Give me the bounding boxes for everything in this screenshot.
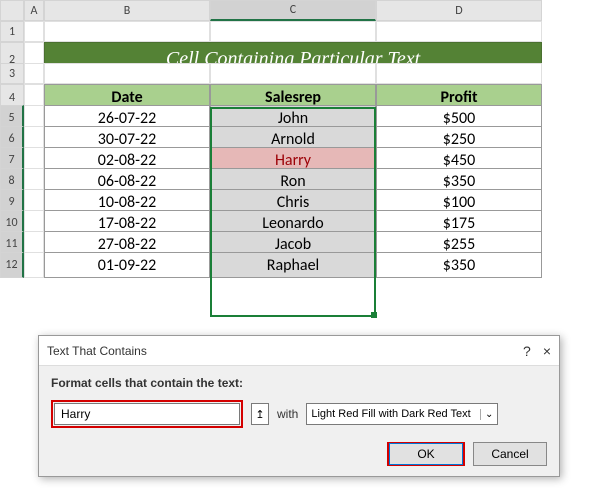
- col-header-d[interactable]: D: [376, 0, 542, 21]
- cell-profit[interactable]: $350: [376, 252, 542, 278]
- cell-date[interactable]: 01-09-22: [44, 252, 210, 278]
- highlight-ok-box: OK: [387, 442, 465, 466]
- cell[interactable]: [376, 21, 542, 42]
- dialog-instruction-label: Format cells that contain the text:: [51, 376, 547, 390]
- format-select-value: Light Red Fill with Dark Red Text: [311, 408, 470, 420]
- help-icon[interactable]: ?: [523, 343, 531, 359]
- close-icon[interactable]: ×: [543, 343, 551, 359]
- cell[interactable]: [210, 21, 376, 42]
- dialog-titlebar[interactable]: Text That Contains ? ×: [39, 336, 559, 366]
- col-header-c[interactable]: C: [210, 0, 376, 21]
- cell-salesrep[interactable]: Raphael: [210, 252, 376, 278]
- chevron-down-icon: ⌄: [480, 409, 493, 420]
- col-header-b[interactable]: B: [44, 0, 210, 21]
- row-header-1[interactable]: 1: [0, 21, 24, 42]
- cell[interactable]: [24, 252, 44, 278]
- fill-handle[interactable]: [371, 312, 377, 318]
- spreadsheet-grid: A B C D 1 2 Cell Containing Particular T…: [0, 0, 604, 273]
- cell[interactable]: [44, 63, 210, 84]
- text-that-contains-dialog: Text That Contains ? × Format cells that…: [38, 335, 560, 477]
- format-select[interactable]: Light Red Fill with Dark Red Text ⌄: [306, 403, 498, 425]
- row-header-3[interactable]: 3: [0, 63, 24, 84]
- ok-button[interactable]: OK: [389, 443, 463, 465]
- range-picker-icon[interactable]: ↥: [251, 403, 269, 425]
- cancel-button[interactable]: Cancel: [473, 442, 547, 466]
- cell[interactable]: [376, 63, 542, 84]
- col-header-a[interactable]: A: [24, 0, 44, 21]
- cell[interactable]: [44, 21, 210, 42]
- contains-text-input[interactable]: [54, 403, 240, 425]
- select-all-corner[interactable]: [0, 0, 24, 21]
- cell[interactable]: [24, 21, 44, 42]
- with-label: with: [277, 407, 298, 421]
- row-header-12[interactable]: 12: [0, 252, 24, 278]
- cell[interactable]: [24, 63, 44, 84]
- highlight-input-box: [51, 400, 243, 428]
- cell[interactable]: [210, 63, 376, 84]
- dialog-title: Text That Contains: [47, 344, 147, 358]
